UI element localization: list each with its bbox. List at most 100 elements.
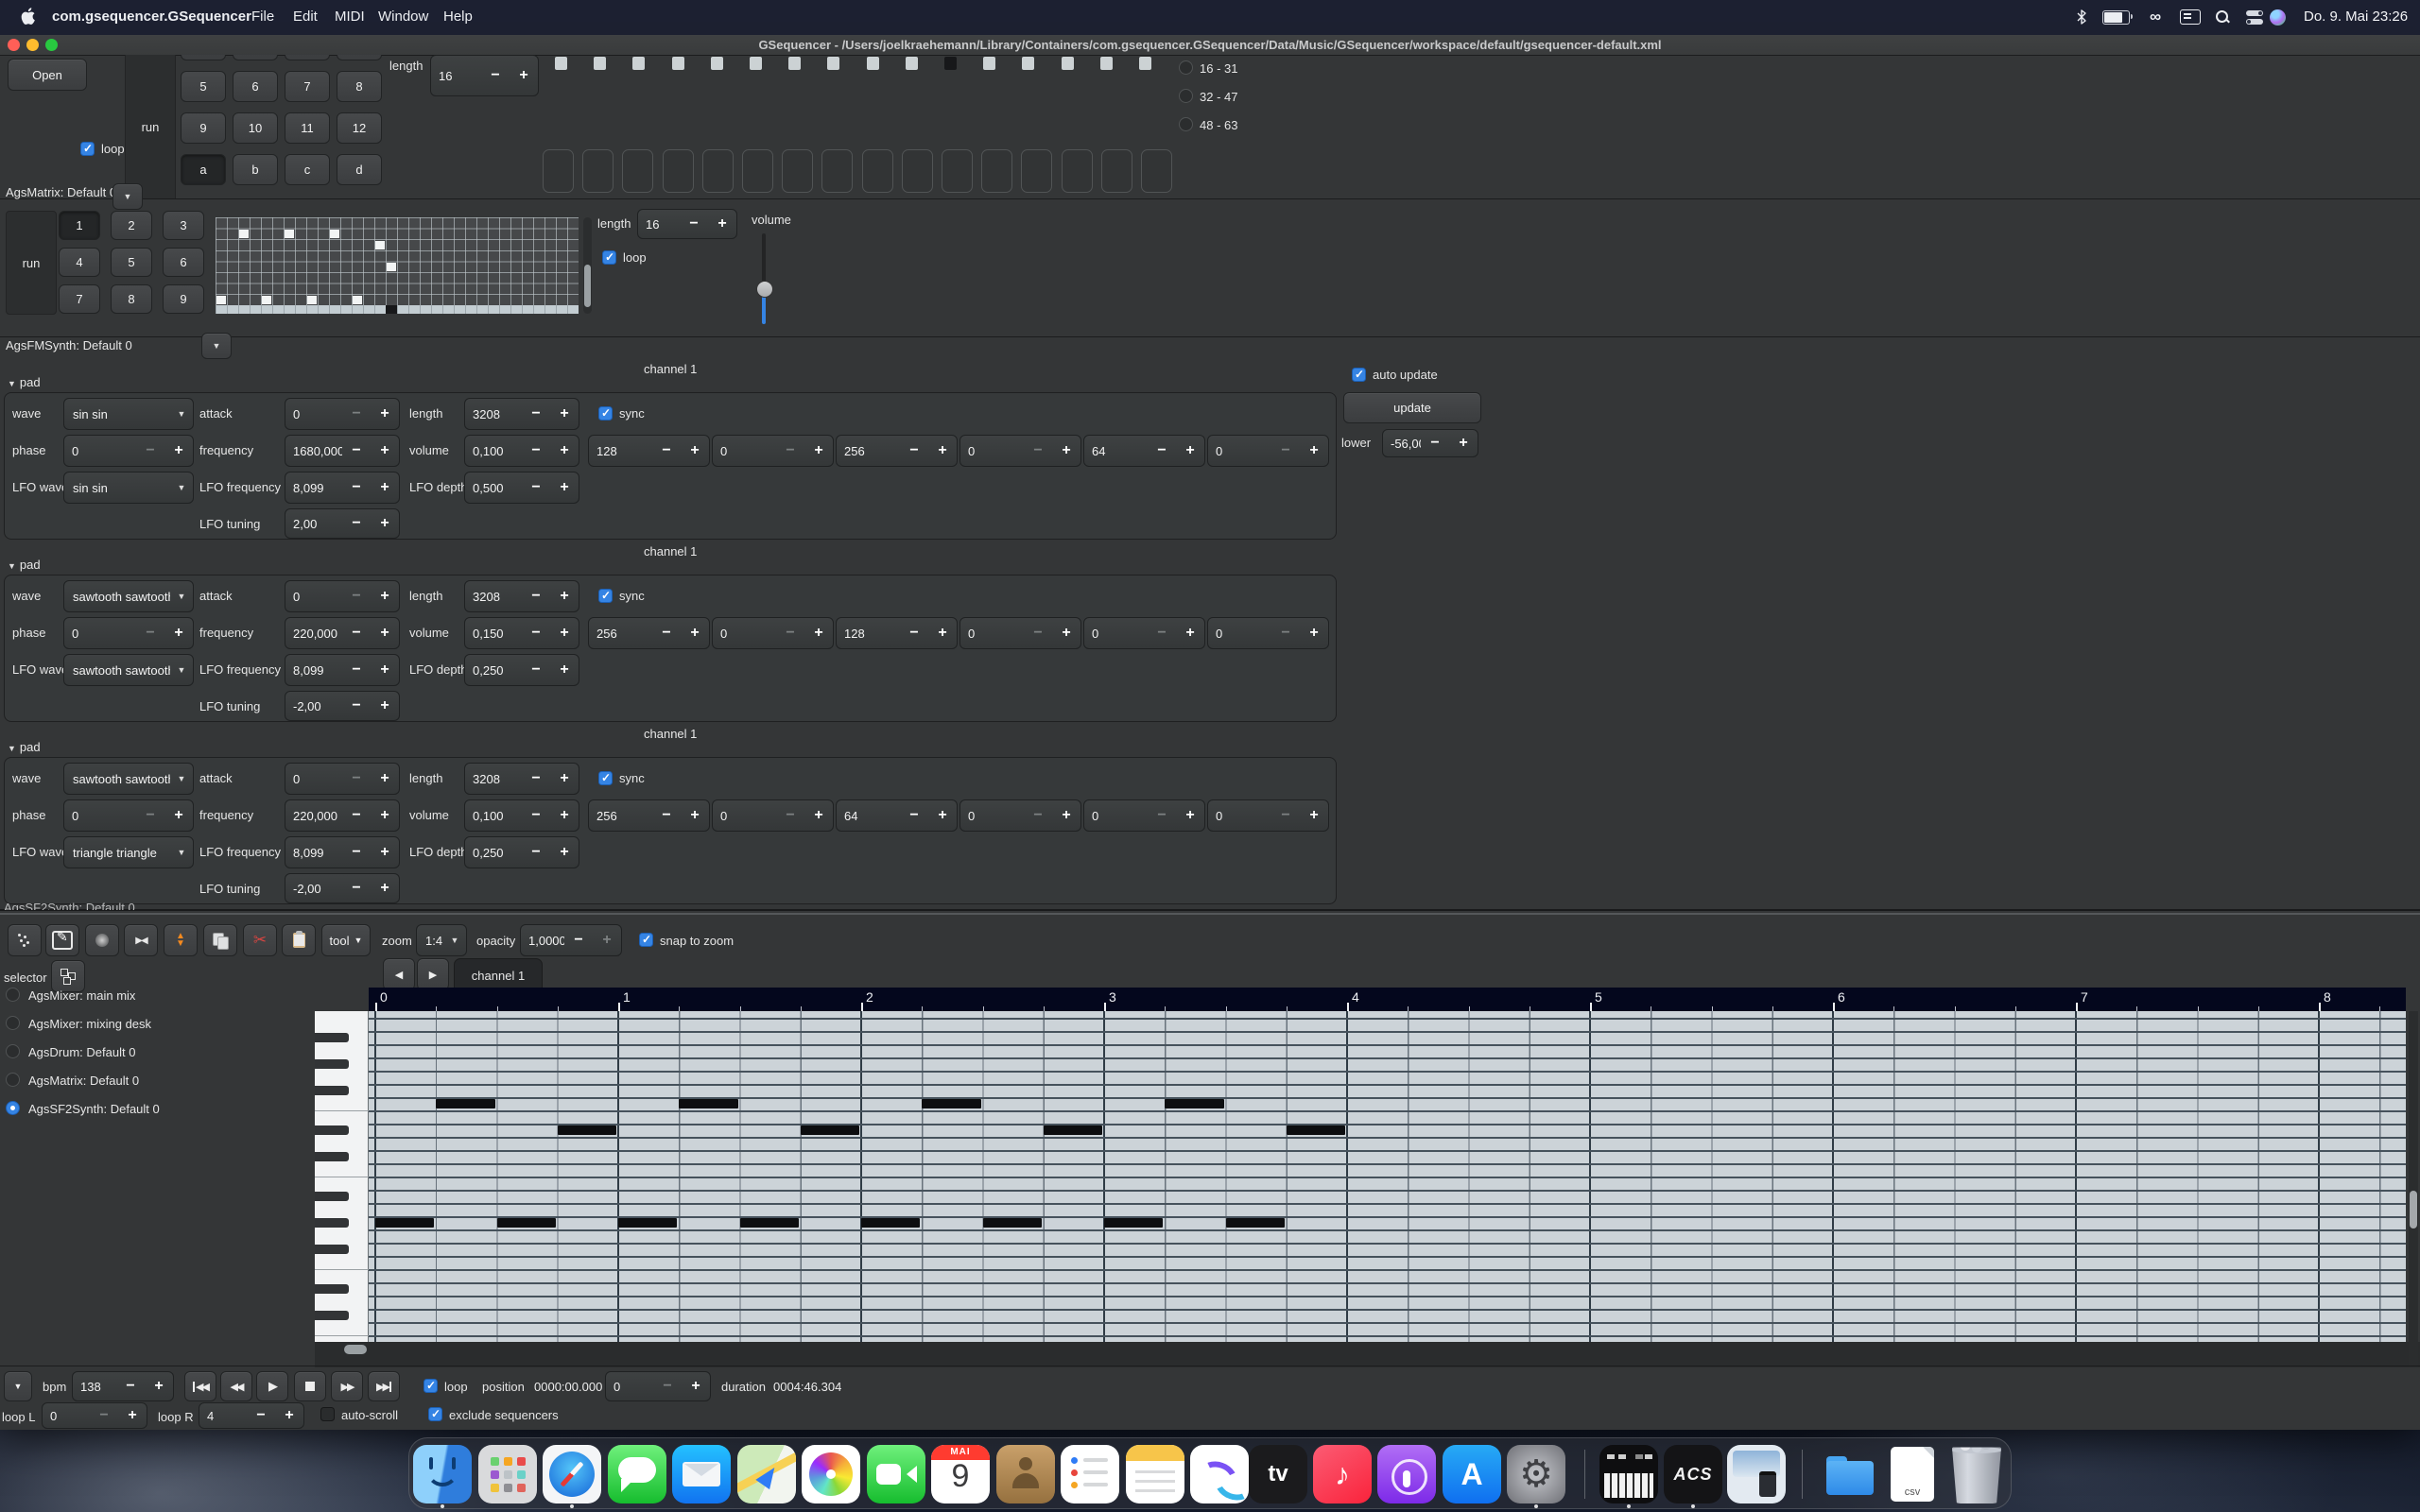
pad-expander[interactable]: ▼pad: [8, 375, 41, 389]
matrix-pattern-grid[interactable]: [216, 217, 579, 305]
dock-calendar[interactable]: MAI9: [931, 1445, 990, 1503]
dock-photos[interactable]: [802, 1445, 860, 1503]
synth-extra-spinner[interactable]: 0−+: [712, 799, 834, 832]
play-button[interactable]: ▶: [256, 1371, 288, 1401]
synth-extra-spinner[interactable]: 64−+: [836, 799, 958, 832]
matrix-length-spinner[interactable]: 16−+: [637, 209, 737, 239]
fmsynth-machine-label[interactable]: AgsFMSynth: Default 0: [6, 338, 132, 352]
dock-podcasts[interactable]: [1377, 1445, 1436, 1503]
matrix-active-cell[interactable]: [387, 263, 396, 271]
lfo-frequency-spinner[interactable]: 8,099−+: [285, 472, 400, 504]
matrix-vertical-scrollbar[interactable]: [583, 217, 592, 314]
matrix-active-cell[interactable]: [239, 230, 249, 238]
bank-button-9[interactable]: 9: [163, 284, 204, 314]
invert-tool-button[interactable]: ▲▼: [164, 924, 198, 956]
loop-r-spinner[interactable]: 4−+: [199, 1402, 304, 1429]
matrix-active-cell[interactable]: [216, 296, 226, 304]
synth-extra-spinner[interactable]: 0−+: [959, 617, 1081, 649]
lfo-wave-combo[interactable]: triangle triangle▼: [63, 836, 194, 868]
drum-pattern-pad[interactable]: [902, 149, 933, 193]
dock-mail[interactable]: [672, 1445, 731, 1503]
menu-app-name[interactable]: com.gsequencer.GSequencer: [52, 9, 251, 25]
bank-button-1[interactable]: 1: [181, 55, 226, 60]
dock-maps[interactable]: [737, 1445, 796, 1503]
tab-prev-button[interactable]: ◀: [383, 958, 415, 990]
loop-l-spinner[interactable]: 0−+: [42, 1402, 147, 1429]
lfo-tuning-spinner[interactable]: -2,00−+: [285, 691, 400, 721]
synth-extra-spinner[interactable]: 0−+: [1083, 799, 1205, 832]
dock-messages[interactable]: [608, 1445, 666, 1503]
position-cursor-tool-button[interactable]: [8, 924, 42, 956]
synth-extra-spinner[interactable]: 128−+: [588, 435, 710, 467]
bank-button-10[interactable]: 10: [233, 112, 278, 144]
bank-button-6[interactable]: 6: [163, 248, 204, 277]
lfo-depth-spinner[interactable]: 0,500−+: [464, 472, 579, 504]
matrix-active-cell[interactable]: [375, 241, 385, 249]
dock-facetime[interactable]: [867, 1445, 925, 1503]
note[interactable]: [1226, 1218, 1285, 1228]
dock-music[interactable]: ♪: [1313, 1445, 1372, 1503]
bank-button-8[interactable]: 8: [337, 71, 382, 102]
piano-black-key[interactable]: [315, 1059, 349, 1069]
note[interactable]: [679, 1099, 737, 1108]
edit-note-tool-button[interactable]: [45, 924, 79, 956]
lfo-frequency-spinner[interactable]: 8,099−+: [285, 654, 400, 686]
drum-pattern-pad[interactable]: [1101, 149, 1132, 193]
machine-radio[interactable]: [6, 1073, 20, 1087]
piano-black-key[interactable]: [315, 1152, 349, 1161]
menu-midi[interactable]: MIDI: [335, 9, 365, 25]
matrix-loop-checkbox[interactable]: [602, 250, 616, 265]
wave-combo[interactable]: sawtooth sawtooth▼: [63, 580, 194, 612]
drum-pattern-pad[interactable]: [702, 149, 734, 193]
piano-black-key[interactable]: [315, 1125, 349, 1135]
zoom-combo[interactable]: 1:4▼: [416, 924, 467, 956]
bank-button-6[interactable]: 6: [233, 71, 278, 102]
menu-clock[interactable]: Do. 9. Mai 23:26: [2304, 9, 2408, 25]
sync-checkbox[interactable]: [598, 589, 613, 603]
selector-options-button[interactable]: [51, 960, 85, 992]
lfo-tuning-spinner[interactable]: -2,00−+: [285, 873, 400, 903]
pad-expander[interactable]: ▼pad: [8, 558, 41, 572]
synth-extra-spinner[interactable]: 256−+: [588, 799, 710, 832]
matrix-volume-slider-handle[interactable]: [756, 281, 773, 298]
drum-pattern-pad[interactable]: [782, 149, 813, 193]
bank-button-b[interactable]: b: [233, 154, 278, 185]
cut-button[interactable]: ✂: [243, 924, 277, 956]
snap-to-zoom-checkbox[interactable]: [639, 933, 653, 947]
length-spinner[interactable]: 3208−+: [464, 398, 579, 430]
dock-contacts[interactable]: [996, 1445, 1055, 1503]
piano-black-key[interactable]: [315, 1192, 349, 1201]
bank-button-12[interactable]: 12: [337, 112, 382, 144]
matrix-active-cell[interactable]: [285, 230, 294, 238]
dock-gsequencer[interactable]: [1599, 1445, 1658, 1503]
sync-checkbox[interactable]: [598, 771, 613, 785]
note[interactable]: [1044, 1125, 1102, 1135]
dock-notes[interactable]: [1126, 1445, 1184, 1503]
matrix-run-button[interactable]: run: [6, 211, 57, 315]
drum-pattern-pad[interactable]: [1062, 149, 1093, 193]
bank-button-4[interactable]: 4: [337, 55, 382, 60]
wave-combo[interactable]: sin sin▼: [63, 398, 194, 430]
note[interactable]: [558, 1125, 616, 1135]
offset-radio[interactable]: [1179, 117, 1193, 131]
dock-downloads-folder[interactable]: [1821, 1445, 1879, 1503]
note[interactable]: [1104, 1218, 1163, 1228]
piano-roll-ruler[interactable]: 012345678: [369, 988, 2406, 1011]
synth-extra-spinner[interactable]: 0−+: [1207, 799, 1329, 832]
fast-forward-button[interactable]: ▶▶: [331, 1371, 363, 1401]
volume-spinner[interactable]: 0,150−+: [464, 617, 579, 649]
drum-pattern-pad[interactable]: [742, 149, 773, 193]
matrix-active-cell[interactable]: [353, 296, 362, 304]
spotlight-icon[interactable]: [2214, 8, 2231, 26]
volume-spinner[interactable]: 0,100−+: [464, 435, 579, 467]
phase-spinner[interactable]: 0−+: [63, 435, 194, 467]
piano-roll-vertical-scrollbar[interactable]: [2409, 1011, 2418, 1367]
lfo-wave-combo[interactable]: sawtooth sawtooth▼: [63, 654, 194, 686]
lower-spinner[interactable]: -56,00−+: [1382, 429, 1478, 457]
menu-window[interactable]: Window: [378, 9, 428, 25]
drum-pattern-pad[interactable]: [582, 149, 614, 193]
drum-pattern-pad[interactable]: [663, 149, 694, 193]
offset-radio[interactable]: [1179, 89, 1193, 103]
bank-button-11[interactable]: 11: [285, 112, 330, 144]
piano-black-key[interactable]: [315, 1033, 349, 1042]
